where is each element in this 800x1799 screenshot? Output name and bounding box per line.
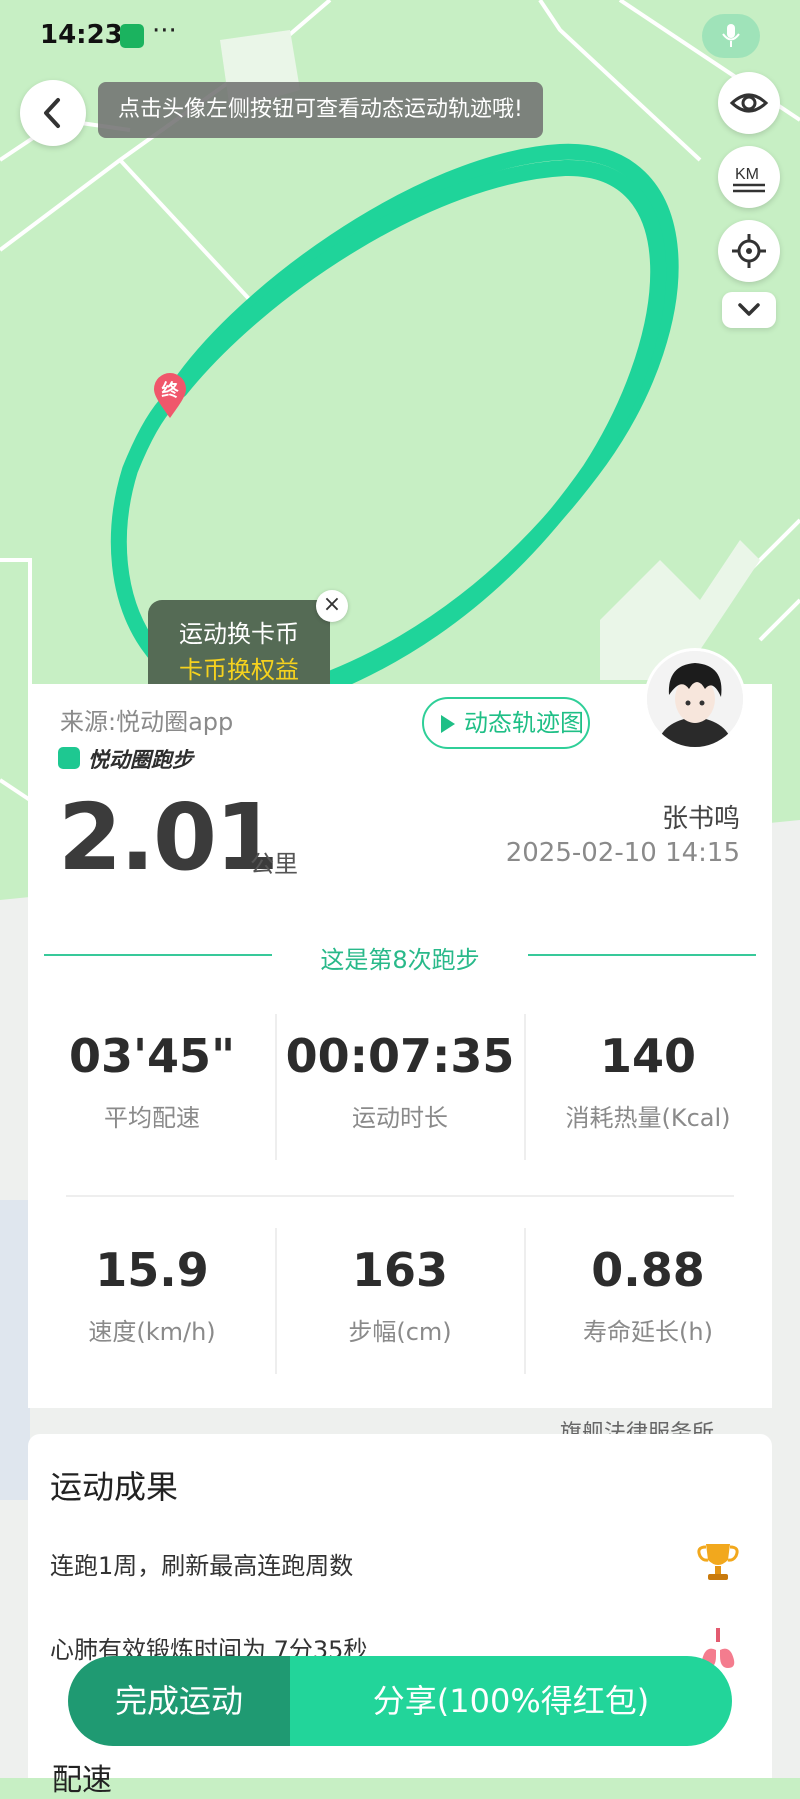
user-avatar[interactable] (644, 648, 746, 750)
stat-value: 163 (351, 1243, 449, 1297)
stat-speed: 15.9 速度(km/h) (28, 1242, 276, 1347)
chevron-left-icon (44, 98, 60, 128)
locate-icon (732, 234, 766, 268)
brand-icon (58, 747, 80, 769)
stat-stride: 163 步幅(cm) (276, 1242, 524, 1347)
pace-section-title: 配速 (52, 1763, 112, 1798)
stat-avg-pace: 03'45" 平均配速 (28, 1028, 276, 1133)
distance-unit: 公里 (250, 850, 298, 878)
run-datetime: 2025-02-10 14:15 (505, 838, 740, 868)
stat-label: 运动时长 (352, 1104, 448, 1132)
coin-promo-popup[interactable]: 运动换卡币 卡币换权益 (148, 600, 330, 684)
play-icon (441, 715, 455, 733)
achievement-item: 连跑1周，刷新最高连跑周数 (50, 1552, 354, 1580)
chevron-down-icon (738, 303, 760, 316)
end-marker-label: 终 (161, 381, 179, 401)
more-icon: ··· (152, 16, 177, 46)
km-toggle-icon: KM (733, 166, 765, 193)
bottom-action-bar: 完成运动 分享(100%得红包) (68, 1656, 732, 1746)
back-button[interactable] (20, 80, 86, 146)
app-notification-icon (120, 24, 144, 48)
share-button[interactable]: 分享(100%得红包) (290, 1656, 732, 1746)
trophy-icon (697, 1544, 739, 1580)
source-label: 来源:悦动圈app (60, 708, 234, 736)
distance-value: 2.01 (58, 784, 279, 891)
track-tip-banner: 点击头像左侧按钮可查看动态运动轨迹哦! (98, 82, 543, 138)
run-summary-card: 来源:悦动圈app 悦动圈跑步 动态轨迹图 2.01 公里 张书鸣 2025-0… (28, 648, 772, 1408)
status-time: 14:23 (40, 20, 123, 50)
run-count-text: 这是第8次跑步 (320, 946, 480, 974)
stat-value: 03'45" (68, 1029, 236, 1083)
stat-duration: 00:07:35 运动时长 (276, 1028, 524, 1133)
microphone-icon (722, 24, 740, 47)
brand-name: 悦动圈跑步 (88, 748, 193, 772)
finish-workout-button[interactable]: 完成运动 (68, 1656, 290, 1746)
microphone-button[interactable] (702, 14, 760, 58)
promo-line-1: 运动换卡币 (179, 620, 299, 648)
locate-button[interactable] (718, 220, 780, 282)
end-point-marker: 终 (152, 372, 188, 420)
eye-icon (729, 93, 769, 113)
avatar-image (647, 651, 743, 747)
stat-life-extension: 0.88 寿命延长(h) (524, 1242, 772, 1347)
collapse-tools-button[interactable] (722, 292, 776, 328)
stat-label: 速度(km/h) (88, 1318, 216, 1346)
run-count-divider: 这是第8次跑步 (44, 940, 756, 974)
stat-value: 0.88 (591, 1243, 705, 1297)
stat-value: 15.9 (95, 1243, 209, 1297)
stat-value: 140 (599, 1029, 697, 1083)
stat-label: 消耗热量(Kcal) (565, 1104, 731, 1132)
visibility-toggle-button[interactable] (718, 72, 780, 134)
stats-divider (66, 1195, 734, 1197)
stat-calories: 140 消耗热量(Kcal) (524, 1028, 772, 1133)
promo-line-2: 卡币换权益 (179, 656, 299, 684)
dynamic-track-label: 动态轨迹图 (464, 709, 584, 737)
dynamic-track-button[interactable]: 动态轨迹图 (422, 697, 590, 749)
stat-label: 寿命延长(h) (583, 1318, 713, 1346)
stat-value: 00:07:35 (285, 1029, 515, 1083)
username: 张书鸣 (661, 804, 740, 834)
promo-close-button[interactable]: × (316, 590, 348, 622)
svg-text:KM: KM (735, 166, 759, 183)
achievements-title: 运动成果 (50, 1468, 179, 1506)
stat-label: 步幅(cm) (348, 1318, 452, 1346)
stat-label: 平均配速 (104, 1104, 200, 1132)
km-marker-toggle-button[interactable]: KM (718, 146, 780, 208)
